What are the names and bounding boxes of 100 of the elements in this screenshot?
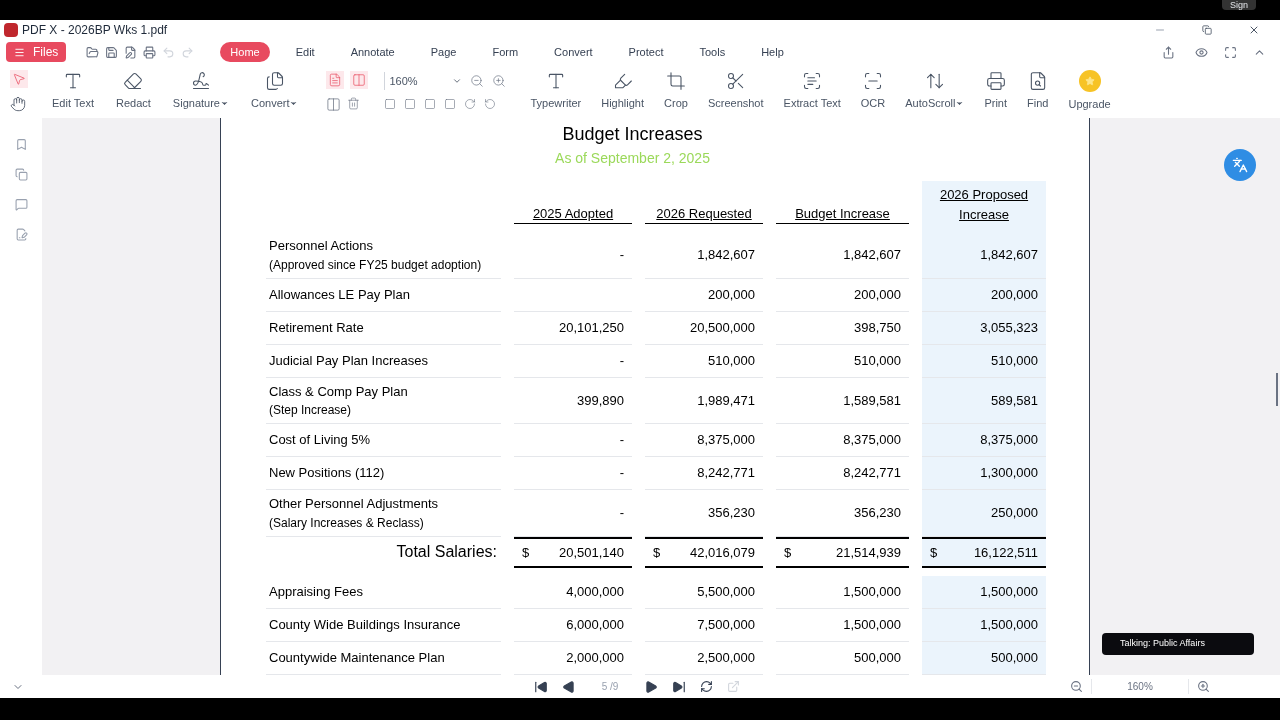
crop-icon [665, 70, 686, 91]
coin-icon [1078, 69, 1101, 92]
toolbar-button[interactable]: AutoScroll [901, 70, 969, 112]
toolbar-button[interactable]: Edit Text [48, 70, 98, 112]
scissors-icon [725, 70, 746, 91]
hand-icon[interactable] [10, 96, 26, 112]
menu-tab[interactable]: Help [751, 42, 794, 62]
save-icon[interactable] [105, 45, 119, 59]
edit-document-icon[interactable] [124, 45, 138, 59]
table-cell-text: 200,000 [991, 285, 1038, 304]
row-note: (Salary Increases & Reclass) [269, 514, 425, 532]
toolbar-button[interactable]: Print [980, 70, 1012, 112]
printer-icon [985, 70, 1006, 91]
table-cell-text: 7,500,000 [697, 616, 755, 635]
table-cell-text: 1,500,000 [843, 616, 901, 635]
currency-sign: $ [930, 543, 938, 562]
table-cell-text: 20,501,140 [558, 543, 624, 562]
table-cell-text: - [619, 504, 624, 522]
bookmark-icon[interactable] [14, 138, 28, 151]
table-cell-text: 589,581 [991, 391, 1038, 410]
currency-sign: $ [522, 543, 530, 562]
fullscreen-icon[interactable] [1224, 45, 1237, 59]
open-icon[interactable] [86, 45, 100, 59]
pages-icon[interactable] [14, 168, 28, 181]
printer-icon[interactable] [143, 45, 157, 59]
menu-icon [14, 46, 25, 58]
signature-icon [190, 70, 211, 91]
toolbar-button[interactable]: OCR [856, 70, 890, 112]
toolbar-button[interactable]: Typewriter [526, 70, 586, 112]
table-cell-text: 1,989,471 [697, 391, 755, 410]
zoom-out-icon[interactable] [1070, 680, 1083, 693]
table-cell-text: 1,842,607 [980, 246, 1038, 264]
app-logo-icon [4, 23, 18, 37]
files-icon [264, 70, 285, 91]
row-label: Personnel Actions [269, 237, 375, 255]
signature-panel-icon[interactable] [14, 228, 28, 241]
rotate-back-icon[interactable] [484, 98, 497, 110]
row-label: Allowances LE Pay Plan [269, 285, 411, 304]
table-cell-text: 20,101,250 [558, 318, 624, 337]
table-cell-text: 5,500,000 [697, 583, 755, 602]
toolbar-button[interactable]: Screenshot [703, 70, 768, 112]
table-cell-text: 510,000 [708, 351, 755, 370]
table-cell-text: 1,500,000 [980, 616, 1038, 635]
total-label: Total Salaries: [395, 542, 498, 563]
last-page-icon[interactable] [672, 679, 686, 694]
row-label: Cost of Living 5% [269, 431, 372, 450]
zoom-level-field[interactable]: 160% [1091, 679, 1189, 694]
rotate-icon[interactable] [464, 98, 477, 110]
menu-tab[interactable]: Annotate [340, 42, 405, 62]
sign-label[interactable]: Sign [1222, 0, 1256, 10]
redo-icon[interactable] [181, 45, 195, 59]
table-cell-text: - [619, 431, 624, 450]
zoom-in-icon[interactable] [1197, 680, 1210, 693]
toolbar-button[interactable]: Highlight [597, 70, 649, 112]
row-label: New Positions (112) [269, 464, 386, 483]
undo-icon[interactable] [162, 45, 176, 59]
toolbar-button[interactable]: Convert [246, 70, 303, 112]
menu-tab[interactable]: Protect [618, 42, 674, 62]
toolbar-button[interactable]: Signature [168, 70, 233, 112]
toolbar-button[interactable]: Upgrade [1064, 69, 1115, 113]
columns-icon[interactable] [326, 96, 342, 112]
select-icon[interactable] [10, 70, 28, 88]
menu-tab[interactable]: Page [420, 42, 467, 62]
table-cell-text: 200,000 [708, 285, 755, 304]
share-icon[interactable] [1162, 45, 1175, 59]
row-note: (Step Increase) [269, 402, 353, 419]
row-label: County Wide Buildings Insurance [269, 616, 462, 635]
single-page-icon[interactable] [326, 70, 345, 89]
close-icon[interactable] [1248, 24, 1260, 36]
document-title: Budget Increases [562, 123, 703, 146]
next-page-icon[interactable] [644, 679, 658, 694]
menu-tab[interactable]: Form [482, 42, 529, 62]
zoom-select[interactable]: 160% [384, 72, 463, 90]
caret-icon [452, 76, 463, 86]
zoom-in-icon[interactable] [492, 74, 507, 88]
menu-tab[interactable]: Convert [544, 42, 603, 62]
comment-icon[interactable] [14, 198, 28, 211]
table-cell-text: 510,000 [991, 351, 1038, 370]
toolbar-button[interactable]: Redact [112, 70, 155, 112]
table-cell-text: 510,000 [854, 351, 901, 370]
files-button[interactable]: Files [6, 42, 67, 62]
table-cell-text: 500,000 [991, 649, 1038, 668]
table-cell-text: - [619, 246, 624, 264]
zoom-out-icon[interactable] [470, 74, 485, 88]
column-header: 2026 Requested [645, 203, 763, 224]
trash-icon[interactable] [347, 96, 361, 110]
toolbar-button[interactable]: Find [1023, 70, 1053, 112]
first-page-icon[interactable] [534, 679, 548, 694]
toolbar-button[interactable]: Crop [660, 70, 692, 112]
two-page-icon[interactable] [350, 70, 369, 89]
row-label: Other Personnel Adjustments [269, 495, 440, 513]
eye-icon[interactable] [1195, 45, 1208, 59]
export-icon[interactable] [727, 680, 740, 693]
toolbar-button[interactable]: Extract Text [779, 70, 845, 112]
menu-tab[interactable]: Home [220, 42, 270, 62]
refresh-icon[interactable] [700, 680, 713, 693]
restore-icon[interactable] [1202, 25, 1212, 35]
previous-page-icon[interactable] [562, 679, 576, 694]
menu-tab[interactable]: Edit [285, 42, 325, 62]
menu-tab[interactable]: Tools [689, 42, 736, 62]
